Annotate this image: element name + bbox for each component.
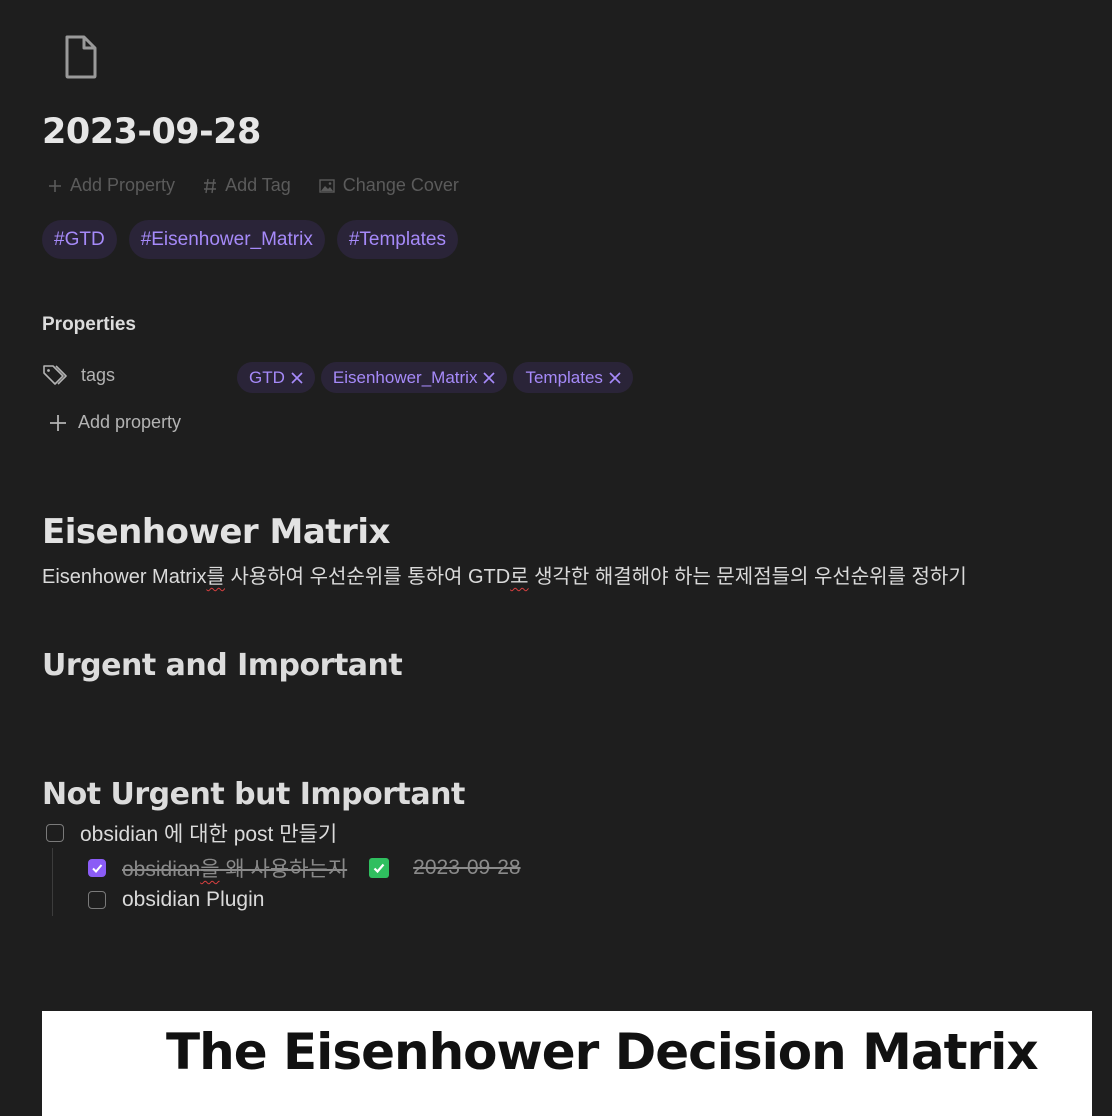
note-meta-actions: Add Property Add Tag Change Cover — [48, 175, 459, 196]
hash-icon — [204, 178, 217, 193]
property-key[interactable]: tags — [42, 364, 115, 386]
note-page: 2023-09-28 Add Property Add Tag Change C… — [0, 0, 1112, 1116]
indent-guide — [52, 848, 53, 916]
check-icon — [92, 864, 103, 873]
property-value-chip[interactable]: Templates — [513, 362, 633, 393]
heading-not-urgent-important: Not Urgent but Important — [42, 777, 465, 812]
property-value-label: GTD — [249, 367, 285, 387]
task-text-part: 왜 사용하는지 — [219, 858, 348, 881]
embedded-image[interactable]: The Eisenhower Decision Matrix — [42, 1011, 1092, 1116]
task-text-part: obsidian — [122, 858, 201, 881]
embedded-image-title: The Eisenhower Decision Matrix — [166, 1023, 1039, 1081]
tag-pill[interactable]: #Eisenhower_Matrix — [128, 220, 325, 259]
intro-text: Eisenhower Matrix — [42, 566, 207, 588]
property-value-chip[interactable]: Eisenhower_Matrix — [320, 362, 508, 393]
property-values[interactable]: GTD Eisenhower_Matrix Templates — [237, 362, 633, 393]
intro-paragraph: Eisenhower Matrix를 사용하여 우선순위를 통하여 GTD로 생… — [42, 560, 967, 589]
close-icon[interactable] — [481, 370, 497, 386]
close-icon[interactable] — [607, 370, 623, 386]
property-key-label: tags — [81, 364, 116, 385]
task-checkbox[interactable] — [46, 824, 64, 842]
image-icon — [319, 178, 335, 193]
intro-text: 생각한 해결해야 하는 문제점들의 우선순위를 정하기 — [528, 566, 967, 588]
property-value-label: Templates — [525, 367, 603, 387]
task-done-date: 2023-09-28 — [413, 856, 521, 879]
properties-heading[interactable]: Properties — [42, 314, 136, 336]
task-item: obsidian 에 대한 post 만들기 — [46, 818, 337, 848]
task-text: obsidian 에 대한 post 만들기 — [80, 823, 338, 846]
add-property-label: Add property — [78, 412, 182, 432]
add-tag-action-label: Add Tag — [225, 175, 291, 195]
change-cover-action[interactable]: Change Cover — [319, 175, 459, 196]
spellcheck-word[interactable]: 을 — [200, 858, 219, 881]
note-title[interactable]: 2023-09-28 — [42, 112, 261, 152]
spellcheck-word[interactable]: 로 — [510, 566, 528, 588]
heading-eisenhower-matrix: Eisenhower Matrix — [42, 512, 390, 552]
tag-list: #GTD #Eisenhower_Matrix #Templates — [42, 220, 458, 259]
task-text: obsidian을 왜 사용하는지 — [122, 853, 347, 883]
check-mark-emoji-icon — [369, 858, 390, 878]
spellcheck-word[interactable]: 를 — [207, 566, 225, 588]
property-row-tags: tags GTD Eisenhower_Matrix Templates — [42, 360, 1062, 396]
property-value-label: Eisenhower_Matrix — [332, 367, 478, 387]
file-icon[interactable] — [62, 34, 100, 80]
task-checkbox-checked[interactable] — [88, 859, 106, 877]
plus-icon — [50, 414, 66, 431]
intro-text: 사용하여 우선순위를 통하여 GTD — [224, 566, 511, 588]
tag-pill[interactable]: #Templates — [336, 220, 458, 259]
heading-urgent-important: Urgent and Important — [42, 648, 403, 683]
add-property-action-label: Add Property — [70, 175, 176, 195]
change-cover-action-label: Change Cover — [342, 175, 459, 195]
add-tag-action[interactable]: Add Tag — [203, 175, 291, 196]
add-property-action[interactable]: Add Property — [48, 175, 175, 196]
property-value-chip[interactable]: GTD — [237, 362, 315, 393]
task-text: obsidian Plugin — [122, 888, 265, 911]
tag-pill[interactable]: #GTD — [42, 220, 117, 259]
task-checkbox[interactable] — [88, 891, 106, 909]
task-item-completed: obsidian을 왜 사용하는지 2023-09-28 — [88, 853, 521, 883]
close-icon[interactable] — [289, 370, 305, 386]
task-item: obsidian Plugin — [88, 888, 264, 912]
plus-icon — [49, 179, 61, 192]
add-property-button[interactable]: Add property — [48, 412, 181, 433]
tags-icon — [43, 365, 67, 385]
